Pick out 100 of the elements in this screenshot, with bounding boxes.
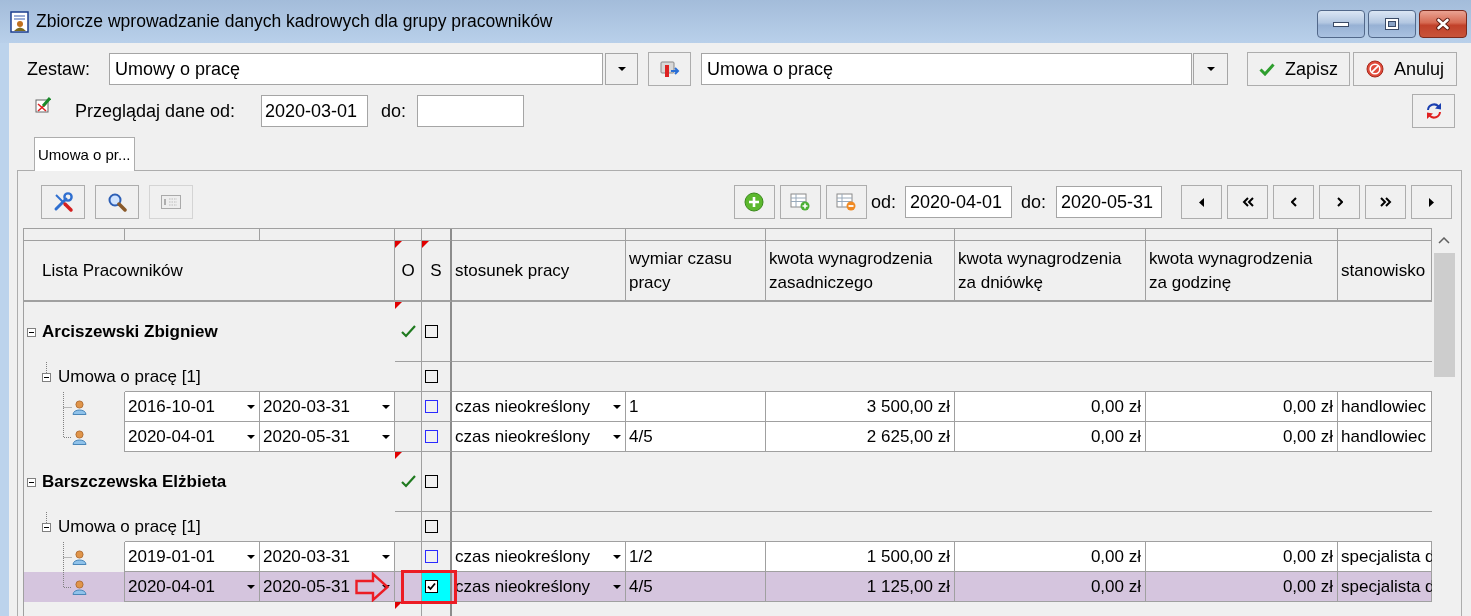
caret-icon: [247, 584, 255, 589]
close-button[interactable]: [1419, 10, 1467, 38]
field-label: do:: [381, 100, 407, 121]
table-cell: 0,00 zł: [1146, 392, 1338, 422]
maximize-button[interactable]: [1368, 10, 1416, 38]
checkbox[interactable]: [425, 370, 438, 383]
caret-icon: [247, 554, 255, 559]
check-icon: [1259, 62, 1275, 76]
tools-button[interactable]: [41, 185, 85, 219]
card-arrow-icon: [659, 60, 680, 78]
table-cell: 0,00 zł: [955, 392, 1146, 422]
caret-icon: [382, 434, 390, 439]
column-header[interactable]: kwota wynagrodzenia za godzinę: [1146, 241, 1338, 302]
table-cell: 4/5: [626, 422, 766, 452]
date-dropdown[interactable]: 2020-04-01: [125, 422, 260, 452]
refresh-icon: [1424, 102, 1443, 120]
collapse-icon[interactable]: [42, 523, 51, 532]
person-icon: [72, 399, 87, 415]
tab[interactable]: Umowa o pr...: [34, 137, 135, 171]
person-icon: [72, 579, 87, 595]
date-dropdown[interactable]: 2020-03-31: [260, 392, 395, 422]
date-field[interactable]: 2020-03-01: [261, 95, 368, 127]
column-header[interactable]: S: [422, 241, 452, 302]
table-cell: 4/5: [626, 572, 766, 602]
add-row-button[interactable]: [779, 185, 821, 219]
field-label: Przeglądaj dane od:: [75, 100, 236, 121]
save-button[interactable]: Zapisz: [1247, 52, 1350, 86]
relation-dropdown[interactable]: czas nieokreślony: [452, 392, 626, 422]
table-cell: 0,00 zł: [955, 542, 1146, 572]
scrollbar-thumb[interactable]: [1433, 253, 1455, 377]
cancel-button[interactable]: Anuluj: [1353, 52, 1457, 86]
collapse-icon[interactable]: [27, 327, 36, 337]
date-field[interactable]: 2020-04-01: [904, 186, 1012, 218]
table-cell: 1 500,00 zł: [766, 542, 955, 572]
checkbox[interactable]: [425, 520, 438, 533]
double-chevron-right-icon: [1379, 197, 1392, 207]
table-cell: 3 500,00 zł: [766, 392, 955, 422]
search-button[interactable]: [95, 185, 139, 219]
definition-field[interactable]: Umowa o pracę: [701, 53, 1192, 85]
date-field[interactable]: [417, 95, 524, 127]
contract-group-label[interactable]: Umowa o pracę [1]: [58, 517, 201, 537]
minimize-icon: [1333, 21, 1349, 27]
tree-connector: [46, 512, 47, 523]
caret-icon: [613, 584, 621, 589]
triangle-right-icon: [1429, 197, 1434, 207]
collapse-icon[interactable]: [27, 477, 36, 487]
checkbox[interactable]: [425, 580, 438, 593]
date-dropdown[interactable]: 2020-05-31: [260, 572, 395, 602]
person-icon: [72, 429, 87, 445]
contract-group-label[interactable]: Umowa o pracę [1]: [58, 367, 201, 387]
column-header[interactable]: stanowisko: [1338, 241, 1432, 302]
person-icon: [72, 549, 87, 565]
table-cell: 0,00 zł: [1146, 572, 1338, 602]
last-button[interactable]: [1365, 185, 1406, 219]
table-cell: 0,00 zł: [1146, 542, 1338, 572]
scroll-up-icon[interactable]: [1438, 237, 1450, 244]
column-header[interactable]: kwota wynagrodzenia za dniówkę: [955, 241, 1146, 302]
maximize-icon: [1385, 18, 1399, 30]
relation-dropdown[interactable]: czas nieokreślony: [452, 542, 626, 572]
caret-icon: [613, 404, 621, 409]
table-cell: 1/2: [626, 542, 766, 572]
checkbox[interactable]: [425, 400, 438, 413]
first-button[interactable]: [1227, 185, 1268, 219]
table-cell: handlowiec: [1338, 422, 1432, 452]
search-icon: [107, 192, 127, 212]
column-header[interactable]: kwota wynagrodzenia zasadniczego: [766, 241, 955, 302]
employee-name[interactable]: Arciszewski Zbigniew: [42, 322, 218, 342]
window-title: Zbiorcze wprowadzanie danych kadrowych dla grupy pracowników: [36, 11, 553, 32]
date-dropdown[interactable]: 2019-01-01: [125, 542, 260, 572]
date-field[interactable]: 2020-05-31: [1056, 186, 1162, 218]
date-dropdown[interactable]: 2020-03-31: [260, 542, 395, 572]
chevron-left-icon: [1290, 197, 1297, 207]
tools-icon: [52, 191, 74, 213]
employee-name[interactable]: Barszczewska Elżbieta: [42, 472, 227, 492]
table-remove-icon: [836, 193, 857, 211]
relation-dropdown[interactable]: czas nieokreślony: [452, 422, 626, 452]
table-cell: 0,00 zł: [955, 572, 1146, 602]
minimize-button[interactable]: [1317, 10, 1365, 38]
checkbox[interactable]: [425, 325, 438, 338]
date-dropdown[interactable]: 2016-10-01: [125, 392, 260, 422]
checkbox[interactable]: [425, 430, 438, 443]
date-dropdown[interactable]: 2020-05-31: [260, 422, 395, 452]
field-label: od:: [870, 191, 896, 213]
caret-icon: [613, 434, 621, 439]
card-arrow-button[interactable]: [648, 52, 691, 86]
caret-icon: [382, 584, 390, 589]
set-field[interactable]: Umowy o pracę: [109, 53, 603, 85]
column-header[interactable]: wymiar czasu pracy: [626, 241, 766, 302]
caret-icon: [382, 554, 390, 559]
table-cell: 0,00 zł: [955, 422, 1146, 452]
checkbox[interactable]: [425, 550, 438, 563]
column-header[interactable]: stosunek pracy: [452, 241, 626, 302]
tree-connector: [46, 362, 47, 373]
column-header[interactable]: Lista Pracowników: [24, 241, 395, 302]
collapse-icon[interactable]: [42, 373, 51, 382]
refresh-button[interactable]: [1412, 94, 1455, 128]
table-cell: handlowiec: [1338, 392, 1432, 422]
date-dropdown[interactable]: 2020-04-01: [125, 572, 260, 602]
add-button[interactable]: [733, 185, 775, 219]
checkbox[interactable]: [425, 475, 438, 488]
